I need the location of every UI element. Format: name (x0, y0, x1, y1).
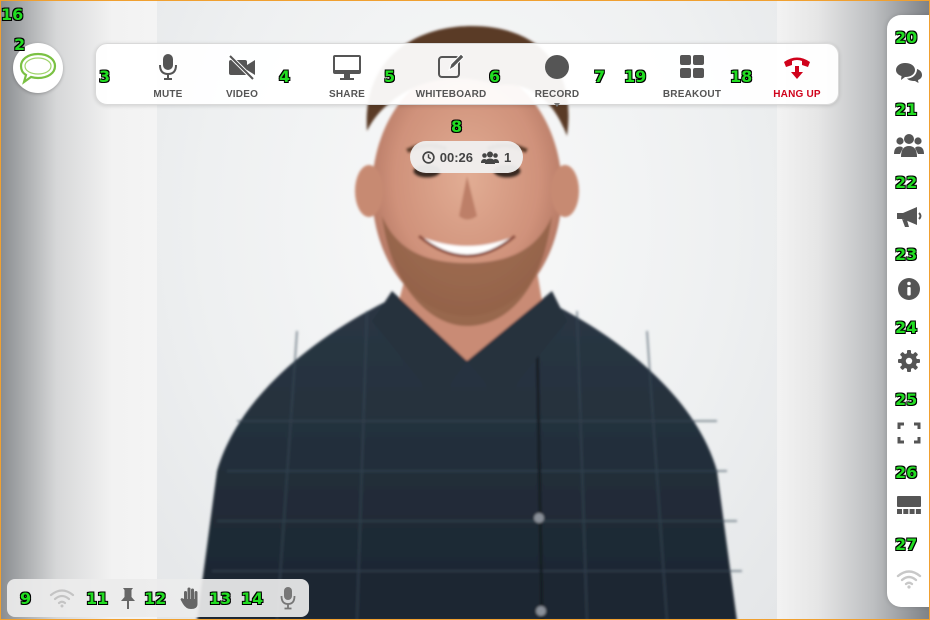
video-button[interactable]: VIDEO (222, 44, 262, 106)
video-off-icon (228, 54, 255, 81)
wifi-signal-icon (49, 589, 75, 608)
whiteboard-button[interactable]: WHITEBOARD (415, 44, 487, 106)
participants-icon (894, 134, 924, 157)
chat-button[interactable] (887, 55, 929, 91)
annotation-label-16: 16 (1, 5, 24, 24)
layout-icon (897, 496, 921, 514)
settings-button[interactable] (887, 343, 929, 379)
record-label: RECORD (534, 89, 580, 100)
network-status[interactable] (49, 586, 75, 610)
mute-label: MUTE (153, 89, 183, 100)
participants-button[interactable] (887, 127, 929, 163)
share-label: SHARE (328, 89, 365, 100)
call-toolbar: MUTE VIDEO SHARE WHITEBOARD RECORD BREAK… (95, 43, 839, 107)
hang-up-label: HANG UP (773, 89, 821, 100)
participant-count-text: 1 (504, 149, 512, 165)
participant-count: 1 (481, 150, 511, 165)
app-logo[interactable] (13, 43, 63, 93)
microphone-icon (280, 587, 296, 610)
chat-bubble-logo-icon (19, 52, 57, 85)
users-icon (481, 151, 499, 164)
right-sidebar (887, 15, 929, 607)
pin-button[interactable] (115, 586, 141, 610)
microphone-icon (159, 54, 177, 80)
meeting-window: MUTE VIDEO SHARE WHITEBOARD RECORD BREAK… (0, 0, 930, 620)
connection-status-button[interactable] (887, 561, 929, 597)
share-button[interactable]: SHARE (327, 44, 367, 106)
grid-icon (680, 55, 704, 78)
info-button[interactable] (887, 271, 929, 307)
call-timer-pill: 00:26 1 (410, 141, 523, 173)
elapsed-time: 00:26 (422, 150, 473, 165)
breakout-button[interactable]: BREAKOUT (662, 44, 722, 106)
layout-button[interactable] (887, 487, 929, 523)
raise-hand-icon (180, 587, 198, 609)
gear-icon (898, 350, 920, 372)
hang-up-button[interactable]: HANG UP (773, 44, 821, 106)
mic-status[interactable] (275, 586, 301, 610)
fullscreen-button[interactable] (887, 415, 929, 451)
video-label: VIDEO (225, 89, 259, 100)
mute-button[interactable]: MUTE (148, 44, 188, 106)
wifi-icon (896, 570, 922, 589)
pencil-square-icon (438, 53, 465, 78)
phone-hangup-icon (784, 57, 810, 79)
monitor-icon (333, 55, 361, 80)
record-icon (545, 55, 569, 79)
megaphone-icon (897, 207, 922, 227)
chat-icon (896, 63, 922, 83)
elapsed-time-text: 00:26 (439, 149, 473, 165)
announce-button[interactable] (887, 199, 929, 235)
record-dropdown-caret[interactable] (554, 103, 560, 107)
breakout-label: BREAKOUT (662, 89, 722, 100)
raise-hand-button[interactable] (178, 586, 204, 610)
clock-icon (422, 150, 435, 164)
fullscreen-icon (897, 422, 921, 444)
info-icon (898, 278, 920, 300)
whiteboard-label: WHITEBOARD (415, 89, 487, 100)
pin-icon (121, 588, 135, 609)
bottom-status-bar (7, 579, 309, 617)
record-button[interactable]: RECORD (534, 44, 580, 107)
